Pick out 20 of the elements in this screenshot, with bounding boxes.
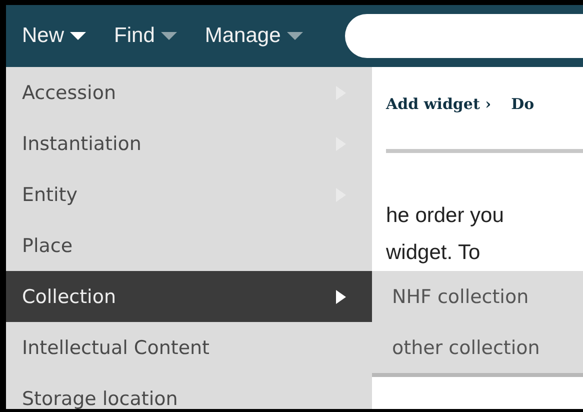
menu-item[interactable]: Intellectual Content <box>6 322 372 373</box>
menu-item[interactable]: Collection <box>6 271 372 322</box>
nav-menu[interactable]: Find <box>114 24 177 48</box>
caret-icon <box>286 31 303 41</box>
menu-item[interactable]: Place <box>6 220 372 271</box>
menu-item[interactable]: Instantiation <box>6 118 372 169</box>
caret-icon <box>160 31 177 41</box>
body-text: he order you <box>386 203 505 229</box>
caret-icon <box>70 31 86 41</box>
toolbar-link[interactable]: Add widget › <box>386 95 492 113</box>
toolbar-link[interactable]: Do <box>511 95 534 113</box>
nav-menu[interactable]: New <box>22 24 86 48</box>
nav-menu[interactable]: Manage <box>204 24 303 48</box>
menu-item[interactable]: Entity <box>6 169 372 220</box>
menu-item[interactable]: Accession <box>6 67 372 118</box>
body-text: widget. To <box>386 240 482 266</box>
submenu-item[interactable]: NHF collection <box>372 271 583 322</box>
search-field[interactable] <box>344 14 583 58</box>
submenu-item[interactable]: other collection <box>372 322 583 373</box>
menu-item[interactable]: Storage location <box>6 373 372 409</box>
